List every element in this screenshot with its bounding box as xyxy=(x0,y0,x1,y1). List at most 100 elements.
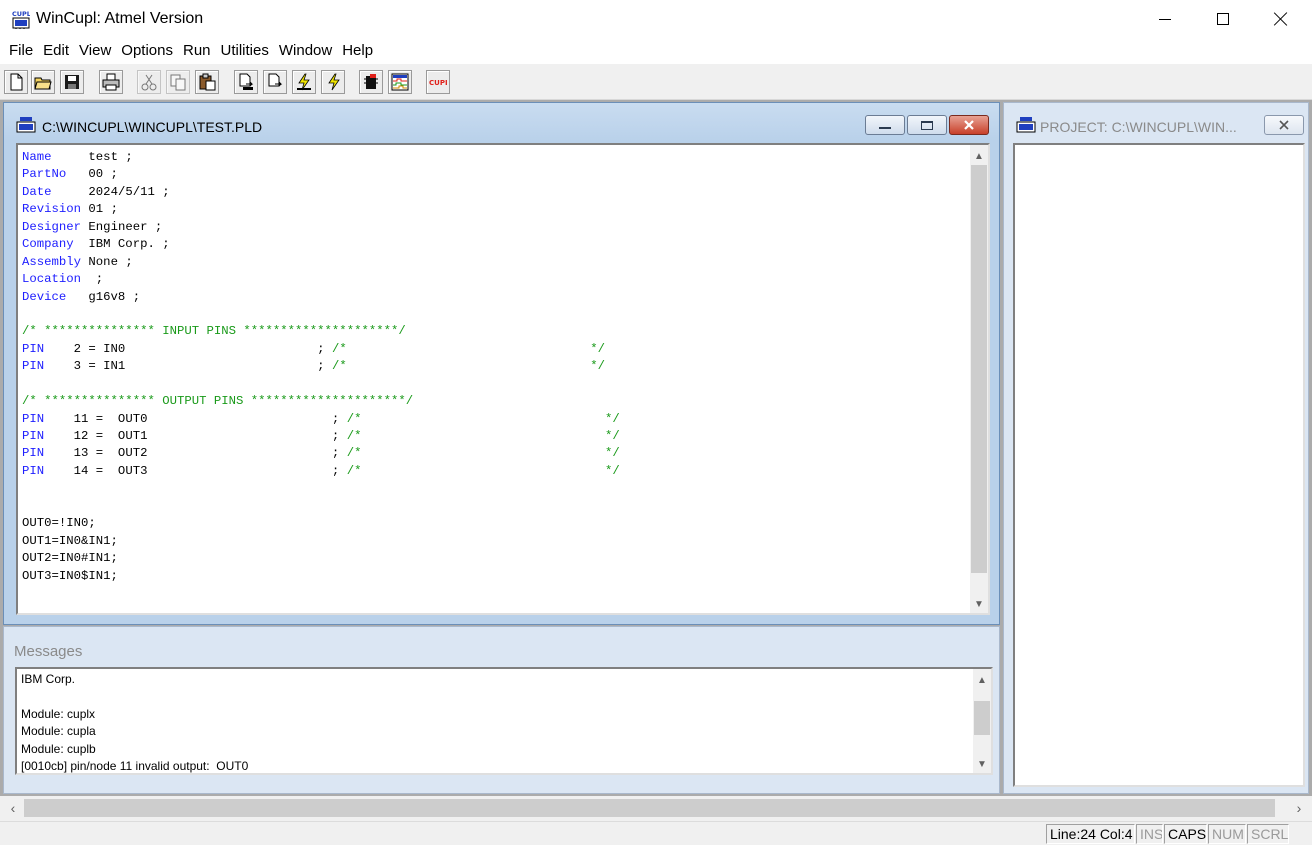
code-line[interactable]: /* *************** OUTPUT PINS *********… xyxy=(22,393,620,410)
code-keyword: Designer xyxy=(22,219,82,234)
code-line[interactable]: PIN 12 = OUT1 ; /* */ xyxy=(22,428,620,445)
copy-button[interactable] xyxy=(166,70,190,94)
cut-button[interactable] xyxy=(137,70,161,94)
paste-button[interactable] xyxy=(195,70,219,94)
code-text: 11 = OUT0 ; xyxy=(44,411,347,426)
code-line[interactable]: OUT2=IN0#IN1; xyxy=(22,550,620,567)
project-tree[interactable] xyxy=(1013,143,1305,787)
code-keyword: Assembly xyxy=(22,254,82,269)
save-button[interactable] xyxy=(60,70,84,94)
code-line[interactable]: /* *************** INPUT PINS **********… xyxy=(22,323,620,340)
cupl-button[interactable]: CUPL xyxy=(426,70,450,94)
code-line[interactable]: Location ; xyxy=(22,271,620,288)
scroll-down-icon[interactable]: ▼ xyxy=(973,755,991,773)
close-icon xyxy=(1279,120,1289,130)
code-keyword: Location xyxy=(22,272,82,287)
menu-options[interactable]: Options xyxy=(116,38,178,64)
editor-title-bar[interactable]: C:\WINCUPL\WINCUPL\TEST.PLD xyxy=(4,103,999,141)
code-line[interactable]: OUT1=IN0&IN1; xyxy=(22,533,620,550)
source-code[interactable]: Name test ; PartNo 00 ; Date 2024/5/11 ; Re… xyxy=(22,149,620,585)
device-dependent-compile-button[interactable] xyxy=(263,70,287,94)
code-comment: /* */ xyxy=(346,429,620,443)
cut-icon xyxy=(141,74,157,91)
new-file-button[interactable] xyxy=(4,70,28,94)
app-icon-text: CUPL xyxy=(12,10,30,18)
messages-panel[interactable]: IBM Corp. Module: cuplx Module: cupla Modul… xyxy=(15,667,993,775)
messages-scroll-thumb[interactable] xyxy=(974,701,990,735)
code-line[interactable]: PIN 13 = OUT2 ; /* */ xyxy=(22,445,620,462)
code-text: 12 = OUT1 ; xyxy=(44,429,347,443)
horizontal-scroll-thumb[interactable] xyxy=(24,799,1275,817)
menu-file[interactable]: File xyxy=(4,38,38,64)
project-title-bar[interactable]: PROJECT: C:\WINCUPL\WIN... xyxy=(1004,103,1308,141)
code-line[interactable]: Assembly None ; xyxy=(22,254,620,271)
menu-run[interactable]: Run xyxy=(178,38,216,64)
code-text: IBM Corp. ; xyxy=(73,237,170,252)
maximize-button[interactable] xyxy=(1194,0,1252,38)
code-line[interactable]: Revision 01 ; xyxy=(22,201,620,218)
editor-scroll-thumb[interactable] xyxy=(971,165,987,573)
project-close-button[interactable] xyxy=(1264,115,1304,135)
messages-window[interactable]: Messages IBM Corp. Module: cuplx Module: c… xyxy=(3,626,1000,794)
menu-utilities[interactable]: Utilities xyxy=(216,38,274,64)
scroll-up-icon[interactable]: ▲ xyxy=(970,147,988,165)
code-line[interactable]: OUT0=!IN0; xyxy=(22,515,620,532)
editor-restore-button[interactable] xyxy=(907,115,947,135)
minimize-button[interactable] xyxy=(1136,0,1194,38)
code-line[interactable] xyxy=(22,306,620,323)
editor-close-button[interactable] xyxy=(949,115,989,135)
code-comment: /* *************** INPUT PINS **********… xyxy=(22,324,406,339)
code-line[interactable] xyxy=(22,498,620,515)
code-line[interactable]: Date 2024/5/11 ; xyxy=(22,184,620,201)
code-line[interactable] xyxy=(22,376,620,393)
simulate-button[interactable] xyxy=(292,70,316,94)
code-keyword: Date xyxy=(22,184,52,199)
code-line[interactable]: Name test ; xyxy=(22,149,620,166)
print-button[interactable] xyxy=(99,70,123,94)
code-line[interactable]: Designer Engineer ; xyxy=(22,219,620,236)
code-line[interactable]: PartNo 00 ; xyxy=(22,166,620,183)
scroll-up-icon[interactable]: ▲ xyxy=(973,671,991,689)
close-button[interactable] xyxy=(1252,0,1310,38)
code-line[interactable]: PIN 14 = OUT3 ; /* */ xyxy=(22,463,620,480)
code-line[interactable]: Device g16v8 ; xyxy=(22,289,620,306)
code-line[interactable]: PIN 11 = OUT0 ; /* */ xyxy=(22,411,620,428)
code-text: OUT1=IN0&IN1; xyxy=(22,533,118,548)
menu-edit[interactable]: Edit xyxy=(38,38,74,64)
device-selection-button[interactable] xyxy=(359,70,383,94)
simulate-icon xyxy=(297,73,311,91)
open-button[interactable] xyxy=(31,70,55,94)
code-line[interactable]: PIN 3 = IN1 ; /* */ xyxy=(22,358,620,375)
minimize-icon xyxy=(1159,18,1171,20)
code-editor[interactable]: Name test ; PartNo 00 ; Date 2024/5/11 ; Re… xyxy=(16,143,990,615)
menu-help[interactable]: Help xyxy=(337,38,378,64)
code-keyword: PIN xyxy=(22,463,45,478)
code-keyword: PartNo xyxy=(22,167,67,182)
messages-vertical-scrollbar[interactable]: ▲ ▼ xyxy=(973,669,991,773)
copy-icon xyxy=(170,74,186,91)
project-window[interactable]: PROJECT: C:\WINCUPL\WIN... xyxy=(1003,102,1309,794)
device-dependent-simulate-icon xyxy=(328,73,340,91)
code-line[interactable]: PIN 2 = IN0 ; /* */ xyxy=(22,341,620,358)
device-dependent-simulate-button[interactable] xyxy=(321,70,345,94)
toolbar: CUPL xyxy=(0,64,1312,100)
code-text: 2024/5/11 ; xyxy=(51,184,170,199)
code-line[interactable]: OUT3=IN0$IN1; xyxy=(22,568,620,585)
horizontal-scrollbar[interactable]: ‹ › xyxy=(0,796,1312,820)
code-text: 13 = OUT2 ; xyxy=(44,446,347,461)
maximize-icon xyxy=(1217,13,1229,25)
editor-minimize-button[interactable] xyxy=(865,115,905,135)
code-keyword: PIN xyxy=(22,359,45,374)
menu-window[interactable]: Window xyxy=(274,38,337,64)
scroll-right-icon[interactable]: › xyxy=(1290,799,1308,817)
code-line[interactable]: Company IBM Corp. ; xyxy=(22,236,620,253)
scroll-down-icon[interactable]: ▼ xyxy=(970,595,988,613)
editor-vertical-scrollbar[interactable]: ▲ ▼ xyxy=(970,145,988,613)
editor-window[interactable]: C:\WINCUPL\WINCUPL\TEST.PLD Name test ; P… xyxy=(3,102,1000,625)
code-comment: /* */ xyxy=(346,411,620,426)
menu-view[interactable]: View xyxy=(74,38,116,64)
scroll-left-icon[interactable]: ‹ xyxy=(4,799,22,817)
waveform-button[interactable] xyxy=(388,70,412,94)
compile-button[interactable] xyxy=(234,70,258,94)
code-line[interactable] xyxy=(22,480,620,497)
